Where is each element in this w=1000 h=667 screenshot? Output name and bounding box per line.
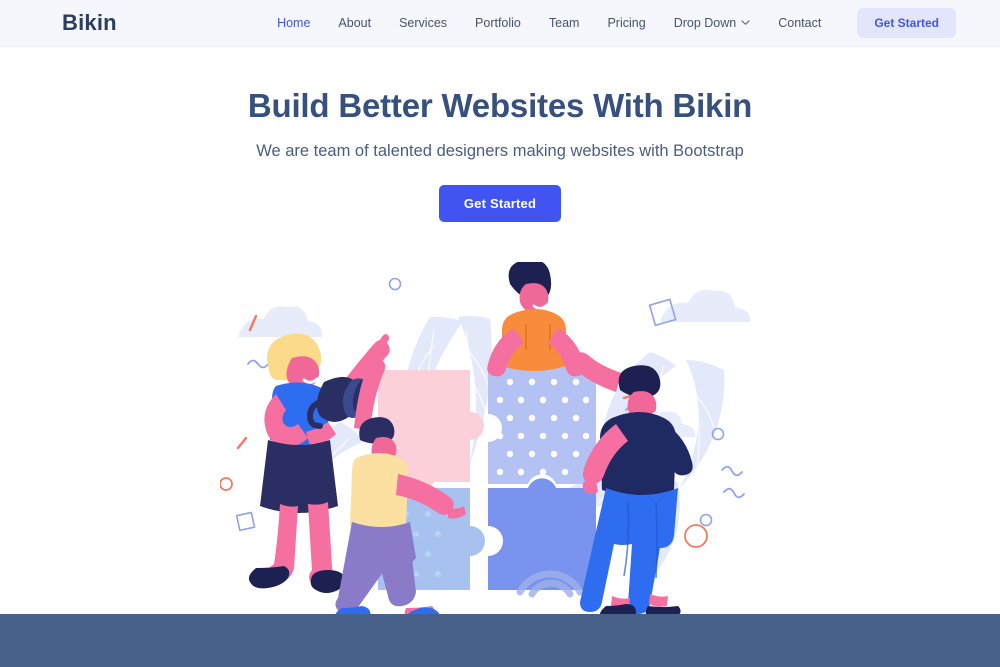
header-get-started-button[interactable]: Get Started <box>857 8 956 38</box>
nav-item-services[interactable]: Services <box>385 16 461 30</box>
main-navigation: Home About Services Portfolio Team Prici… <box>263 8 956 38</box>
section-divider-band <box>0 614 1000 667</box>
nav-item-contact[interactable]: Contact <box>764 16 835 30</box>
nav-item-drop-down[interactable]: Drop Down <box>660 16 765 30</box>
site-logo[interactable]: Bikin <box>62 10 117 36</box>
nav-item-label: Portfolio <box>475 16 521 30</box>
nav-item-portfolio[interactable]: Portfolio <box>461 16 535 30</box>
hero-cta-container: Get Started <box>0 185 1000 222</box>
hero-title: Build Better Websites With Bikin <box>247 87 753 124</box>
nav-item-label: Drop Down <box>673 16 737 30</box>
hero-get-started-button[interactable]: Get Started <box>438 185 562 222</box>
chevron-down-icon <box>741 18 750 27</box>
nav-item-label: Pricing <box>607 16 646 30</box>
nav-item-label: Services <box>399 16 448 30</box>
nav-item-about[interactable]: About <box>324 16 385 30</box>
hero-section: Build Better Websites With Bikin We are … <box>0 47 1000 614</box>
nav-item-label: Contact <box>778 16 822 30</box>
hero-subtitle: We are team of talented designers making… <box>256 142 744 160</box>
nav-item-label: Team <box>548 16 580 30</box>
nav-item-label: Home <box>277 16 311 30</box>
nav-item-team[interactable]: Team <box>535 16 594 30</box>
nav-item-pricing[interactable]: Pricing <box>593 16 659 30</box>
nav-item-label: About <box>338 16 372 30</box>
hero-illustration <box>220 262 780 614</box>
site-header: Bikin Home About Services Portfolio Team… <box>0 0 1000 47</box>
nav-item-home[interactable]: Home <box>263 16 324 30</box>
